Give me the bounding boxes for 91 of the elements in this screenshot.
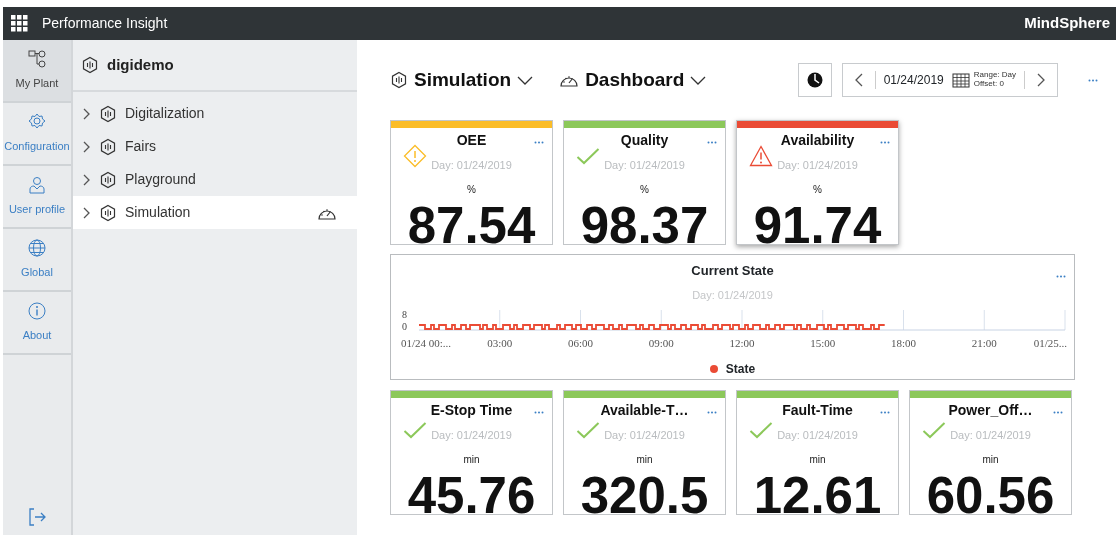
asset-icon	[390, 71, 408, 89]
legend-label: State	[725, 361, 756, 378]
nav-item[interactable]: My Plant	[3, 40, 71, 103]
hierarchy-icon	[27, 49, 47, 70]
asset-icon	[99, 170, 117, 189]
offset-text: Offset: 0	[973, 80, 1005, 89]
chart-title: Current State	[691, 263, 774, 279]
caret-icon	[517, 75, 534, 85]
kpi-title: Power_Off…	[948, 402, 1033, 418]
kpi-unit: min	[809, 454, 826, 465]
chevron-left-icon	[853, 73, 864, 87]
brand-name: MindSphere	[1024, 13, 1110, 34]
asset-icon	[99, 104, 117, 123]
more-icon[interactable]	[1053, 411, 1063, 415]
kpi-date: Day: 01/24/2019	[777, 429, 858, 441]
x-axis-label: 06:00	[567, 337, 594, 349]
asset-icon	[99, 137, 117, 156]
kpi-title: E-Stop Time	[430, 402, 513, 418]
more-icon[interactable]	[880, 141, 890, 145]
tree-item[interactable]: Fairs	[73, 130, 357, 163]
expand-chevron-icon	[81, 106, 91, 121]
x-axis-label: 15:00	[810, 337, 836, 349]
kpi-value: 98.37	[580, 197, 709, 254]
app-title: Performance Insight	[42, 14, 168, 33]
kpi-unit: %	[813, 184, 822, 195]
kpi-value: 12.61	[753, 467, 882, 524]
tree-item[interactable]: Playground	[73, 163, 357, 196]
asset-dropdown[interactable]: Simulation	[390, 65, 534, 95]
x-axis-label: 21:00	[971, 337, 997, 349]
logout-icon[interactable]	[27, 507, 47, 527]
tree-root-label: digidemo	[107, 54, 174, 75]
kpi-date: Day: 01/24/2019	[604, 159, 685, 171]
app-grid-icon[interactable]	[11, 15, 28, 32]
kpi-date: Day: 01/24/2019	[431, 159, 512, 171]
nav-item[interactable]: User profile	[3, 166, 71, 229]
more-icon[interactable]	[707, 411, 717, 415]
calendar-icon[interactable]	[951, 71, 970, 89]
view-dropdown[interactable]: Dashboard	[559, 65, 707, 95]
globe-icon	[27, 238, 47, 259]
kpi-date: Day: 01/24/2019	[604, 429, 685, 441]
clock-icon	[805, 71, 824, 89]
asset-icon	[99, 203, 117, 222]
date-text: 01/24/2019	[874, 71, 952, 89]
kpi-title: Quality	[620, 132, 669, 148]
info-icon	[27, 301, 47, 322]
kpi-value: 91.74	[753, 197, 882, 254]
x-axis-label: 03:00	[487, 337, 513, 349]
kpi-value: 320.5	[580, 467, 709, 524]
kpi-unit: %	[640, 184, 649, 195]
more-icon[interactable]	[534, 141, 544, 145]
more-icon[interactable]	[1088, 79, 1098, 83]
x-axis-label: 01/24 00:...	[401, 337, 452, 349]
kpi-value: 87.54	[407, 197, 536, 254]
x-axis-label: 12:00	[729, 337, 755, 349]
expand-chevron-icon	[81, 139, 91, 154]
x-axis-label: 01/25...	[1033, 337, 1067, 349]
user-icon	[27, 175, 47, 196]
kpi-value: 60.56	[926, 467, 1055, 524]
kpi-date: Day: 01/24/2019	[431, 429, 512, 441]
kpi-date: Day: 01/24/2019	[950, 429, 1031, 441]
kpi-unit: min	[463, 454, 480, 465]
range-text: Range: Day	[973, 71, 1016, 80]
nav-item[interactable]: Global	[3, 229, 71, 292]
time-mode-button[interactable]	[797, 63, 832, 97]
kpi-title: Availability	[780, 132, 855, 148]
kpi-title: Fault-Time	[782, 402, 853, 418]
expand-chevron-icon	[81, 205, 91, 220]
more-icon[interactable]	[707, 141, 717, 145]
more-icon[interactable]	[880, 411, 890, 415]
expand-chevron-icon	[81, 172, 91, 187]
more-icon[interactable]	[534, 411, 544, 415]
asset-icon	[81, 56, 99, 74]
nav-item[interactable]: About	[3, 292, 71, 355]
kpi-unit: min	[982, 454, 999, 465]
kpi-title: Available-T…	[600, 402, 689, 418]
more-icon[interactable]	[1056, 275, 1066, 279]
chevron-right-icon	[1036, 73, 1046, 87]
kpi-title: OEE	[456, 132, 487, 148]
kpi-value: 45.76	[407, 467, 536, 524]
chart-date: Day: 01/24/2019	[692, 289, 773, 301]
kpi-date: Day: 01/24/2019	[777, 159, 858, 171]
y-axis-label: 8	[402, 309, 407, 320]
y-axis-label: 0	[402, 321, 407, 332]
caret-icon	[690, 75, 707, 85]
tree-item[interactable]: Simulation	[73, 196, 357, 229]
x-axis-label: 09:00	[648, 337, 674, 349]
kpi-unit: %	[467, 184, 476, 195]
x-axis-label: 18:00	[890, 337, 917, 349]
kpi-unit: min	[636, 454, 653, 465]
nav-item[interactable]: Configuration	[3, 103, 71, 166]
tree-item[interactable]: Digitalization	[73, 97, 357, 130]
